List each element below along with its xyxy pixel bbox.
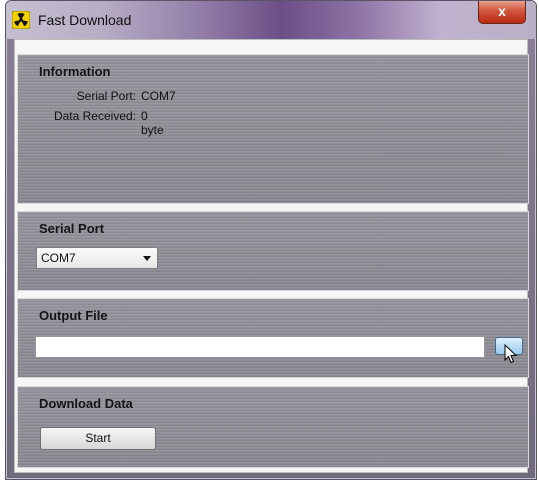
title-bar[interactable]: Fast Download x [6,1,536,39]
close-button[interactable]: x [478,1,526,24]
information-title: Information [39,64,111,79]
close-icon: x [498,3,506,19]
mouse-pointer-icon [504,344,518,364]
information-group: Information Serial Port: COM7 Data Recei… [17,54,529,204]
data-received-value: 0 byte [141,109,164,137]
download-data-group: Download Data Start [17,386,529,468]
serial-port-title: Serial Port [39,221,105,236]
window-title: Fast Download [38,12,132,28]
output-file-input[interactable] [35,336,485,358]
download-data-title: Download Data [39,396,133,411]
chevron-down-icon[interactable] [143,256,151,261]
serial-port-dropdown[interactable]: COM7 [36,247,158,269]
data-received-label: Data Received: [53,109,136,123]
serial-port-label: Serial Port: [76,89,136,103]
output-file-group: Output File [17,298,529,378]
serial-port-value: COM7 [141,89,176,103]
radiation-icon [12,11,30,29]
serial-port-selected: COM7 [41,251,76,265]
serial-port-group: Serial Port COM7 [17,211,529,291]
start-button[interactable]: Start [40,427,156,450]
output-file-title: Output File [39,308,108,323]
